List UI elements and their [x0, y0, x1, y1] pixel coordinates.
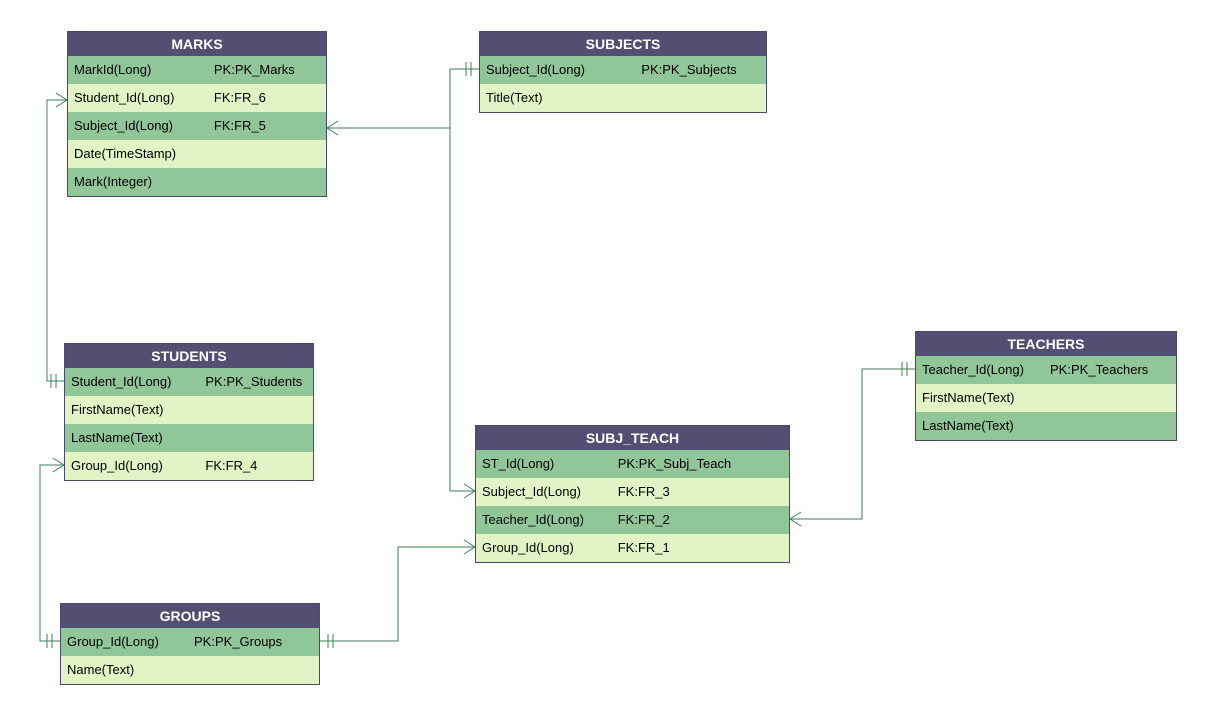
column-name: FirstName(Text)	[65, 396, 201, 424]
entity-row: FirstName(Text)	[916, 384, 1176, 412]
entity-subjects-title: SUBJECTS	[480, 32, 766, 56]
column-key	[210, 168, 326, 196]
column-key: PK:PK_Subj_Teach	[614, 450, 789, 478]
entity-row: Date(TimeStamp)	[68, 140, 326, 168]
entity-row: Group_Id(Long) PK:PK_Groups	[61, 628, 319, 656]
entity-students: STUDENTS Student_Id(Long) PK:PK_Students…	[64, 343, 314, 481]
entity-marks-title: MARKS	[68, 32, 326, 56]
column-key	[1046, 384, 1176, 412]
column-name: Group_Id(Long)	[476, 534, 614, 562]
column-key: PK:PK_Teachers	[1046, 356, 1176, 384]
column-name: Subject_Id(Long)	[480, 56, 637, 84]
entity-row: Group_Id(Long) FK:FR_1	[476, 534, 789, 562]
entity-row: Teacher_Id(Long) FK:FR_2	[476, 506, 789, 534]
column-name: Student_Id(Long)	[68, 84, 210, 112]
entity-row: Subject_Id(Long) PK:PK_Subjects	[480, 56, 766, 84]
entity-row: Name(Text)	[61, 656, 319, 684]
entity-row: MarkId(Long) PK:PK_Marks	[68, 56, 326, 84]
entity-row: Title(Text)	[480, 84, 766, 112]
entity-row: Teacher_Id(Long) PK:PK_Teachers	[916, 356, 1176, 384]
entity-row: Subject_Id(Long) FK:FR_3	[476, 478, 789, 506]
entity-row: Group_Id(Long) FK:FR_4	[65, 452, 313, 480]
column-name: Subject_Id(Long)	[476, 478, 614, 506]
column-name: LastName(Text)	[65, 424, 201, 452]
column-name: Group_Id(Long)	[61, 628, 190, 656]
column-name: Mark(Integer)	[68, 168, 210, 196]
column-name: Name(Text)	[61, 656, 190, 684]
column-name: Teacher_Id(Long)	[476, 506, 614, 534]
column-name: Subject_Id(Long)	[68, 112, 210, 140]
column-key: PK:PK_Marks	[210, 56, 326, 84]
column-key	[210, 140, 326, 168]
entity-row: ST_Id(Long) PK:PK_Subj_Teach	[476, 450, 789, 478]
column-name: Teacher_Id(Long)	[916, 356, 1046, 384]
column-name: Student_Id(Long)	[65, 368, 201, 396]
column-key: FK:FR_4	[201, 452, 313, 480]
column-key	[201, 424, 313, 452]
column-key: PK:PK_Groups	[190, 628, 319, 656]
column-name: Date(TimeStamp)	[68, 140, 210, 168]
column-key: PK:PK_Subjects	[637, 56, 766, 84]
column-name: LastName(Text)	[916, 412, 1046, 440]
entity-row: LastName(Text)	[65, 424, 313, 452]
column-key: FK:FR_5	[210, 112, 326, 140]
entity-row: LastName(Text)	[916, 412, 1176, 440]
entity-row: Subject_Id(Long) FK:FR_5	[68, 112, 326, 140]
entity-students-title: STUDENTS	[65, 344, 313, 368]
column-key	[190, 656, 319, 684]
column-name: Title(Text)	[480, 84, 637, 112]
column-name: FirstName(Text)	[916, 384, 1046, 412]
entity-row: Student_Id(Long) FK:FR_6	[68, 84, 326, 112]
column-key: FK:FR_6	[210, 84, 326, 112]
entity-row: FirstName(Text)	[65, 396, 313, 424]
column-key	[1046, 412, 1176, 440]
column-name: MarkId(Long)	[68, 56, 210, 84]
column-key: PK:PK_Students	[201, 368, 313, 396]
entity-marks: MARKS MarkId(Long) PK:PK_Marks Student_I…	[67, 31, 327, 197]
entity-subj-teach-title: SUBJ_TEACH	[476, 426, 789, 450]
entity-groups: GROUPS Group_Id(Long) PK:PK_Groups Name(…	[60, 603, 320, 685]
column-key: FK:FR_1	[614, 534, 789, 562]
column-key	[637, 84, 766, 112]
entity-row: Student_Id(Long) PK:PK_Students	[65, 368, 313, 396]
column-key: FK:FR_3	[614, 478, 789, 506]
entity-groups-title: GROUPS	[61, 604, 319, 628]
column-key	[201, 396, 313, 424]
entity-row: Mark(Integer)	[68, 168, 326, 196]
entity-teachers: TEACHERS Teacher_Id(Long) PK:PK_Teachers…	[915, 331, 1177, 441]
entity-subjects: SUBJECTS Subject_Id(Long) PK:PK_Subjects…	[479, 31, 767, 113]
entity-subj-teach: SUBJ_TEACH ST_Id(Long) PK:PK_Subj_Teach …	[475, 425, 790, 563]
column-name: Group_Id(Long)	[65, 452, 201, 480]
column-name: ST_Id(Long)	[476, 450, 614, 478]
entity-teachers-title: TEACHERS	[916, 332, 1176, 356]
column-key: FK:FR_2	[614, 506, 789, 534]
